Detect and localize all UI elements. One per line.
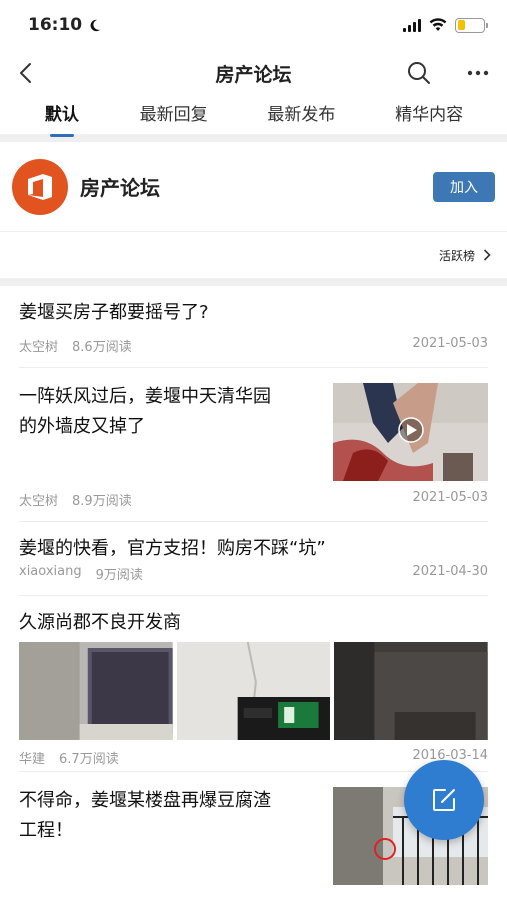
forum-header-card: 房产论坛 加入 <box>0 142 507 232</box>
post-item[interactable]: 姜堰买房子都要摇号了? 太空树 8.6万阅读 2021-05-03 <box>0 286 507 368</box>
active-rank-label: 活跃榜 <box>438 248 475 263</box>
post-date: 2021-05-03 <box>412 490 488 505</box>
post-meta: 华建 6.7万阅读 2016-03-14 <box>19 748 488 767</box>
post-author: 华建 <box>19 752 46 767</box>
section-divider <box>0 134 507 142</box>
wall-photo <box>334 642 489 740</box>
forum-logo <box>12 158 68 215</box>
tab-latest-post[interactable]: 最新发布 <box>238 96 366 125</box>
section-divider <box>0 278 507 286</box>
tab-latest-reply[interactable]: 最新回复 <box>110 96 238 125</box>
tab-bar: 默认 最新回复 最新发布 精华内容 <box>0 96 507 137</box>
forum-name: 房产论坛 <box>80 176 160 200</box>
post-title: 姜堰买房子都要摇号了? <box>19 302 209 323</box>
chevron-left-icon <box>20 63 31 83</box>
status-bar: 16:10 <box>0 0 507 50</box>
nav-bar: 房产论坛 <box>0 50 507 96</box>
post-meta: xiaoxiang 9万阅读 2021-04-30 <box>19 564 488 583</box>
join-button[interactable]: 加入 <box>433 171 495 202</box>
post-title: 久源尚郡不良开发商 <box>19 612 181 633</box>
post-image[interactable] <box>176 642 331 740</box>
post-item[interactable]: 久源尚郡不良开发商 华建 6.7万阅读 2016-03-14 <box>0 596 507 772</box>
post-author: 太空树 <box>19 340 59 355</box>
video-thumbnail-image <box>333 383 488 481</box>
post-image-row <box>19 642 489 740</box>
window-photo <box>19 642 173 740</box>
post-reads: 6.7万阅读 <box>59 752 119 767</box>
active-rank-link[interactable]: 活跃榜 <box>0 232 507 278</box>
post-date: 2021-05-03 <box>412 336 488 351</box>
post-image[interactable] <box>334 642 489 740</box>
search-button[interactable] <box>407 61 431 85</box>
post-meta: 太空树 8.6万阅读 2021-05-03 <box>19 336 488 355</box>
post-author: 太空树 <box>19 494 59 509</box>
cellular-signal-icon <box>403 18 421 32</box>
post-reads: 8.9万阅读 <box>72 494 132 509</box>
post-item[interactable]: 姜堰的快看，官方支招！购房不踩“坑” xiaoxiang 9万阅读 2021-0… <box>0 522 507 596</box>
post-reads: 9万阅读 <box>95 568 143 583</box>
post-title: 姜堰的快看，官方支招！购房不踩“坑” <box>19 538 326 559</box>
post-date: 2021-04-30 <box>412 564 488 579</box>
post-reads: 8.6万阅读 <box>72 340 132 355</box>
post-meta: 太空树 8.9万阅读 2021-05-03 <box>19 490 488 509</box>
battery-icon <box>455 17 488 33</box>
office-logo-icon <box>28 173 52 200</box>
status-time: 16:10 <box>28 15 101 35</box>
back-button[interactable] <box>18 62 34 84</box>
post-author: xiaoxiang <box>19 564 82 579</box>
more-button[interactable] <box>467 70 489 76</box>
tab-default[interactable]: 默认 <box>14 96 110 137</box>
wifi-icon <box>429 18 447 31</box>
more-dots-icon <box>467 70 489 76</box>
edit-icon <box>433 789 455 811</box>
moon-icon <box>90 19 101 31</box>
tab-featured[interactable]: 精华内容 <box>365 96 493 125</box>
search-icon <box>408 62 430 84</box>
post-image[interactable] <box>19 642 173 740</box>
post-video-thumbnail[interactable] <box>333 383 488 481</box>
compose-button[interactable] <box>404 760 484 840</box>
status-icons <box>403 17 488 33</box>
post-item[interactable]: 一阵妖风过后，姜堰中天清华园 的外墙皮又掉了 太空树 8.9万阅读 2021-0… <box>0 368 507 522</box>
time-text: 16:10 <box>28 15 83 35</box>
chevron-right-icon <box>483 249 491 261</box>
exit-sign-photo <box>176 642 331 740</box>
